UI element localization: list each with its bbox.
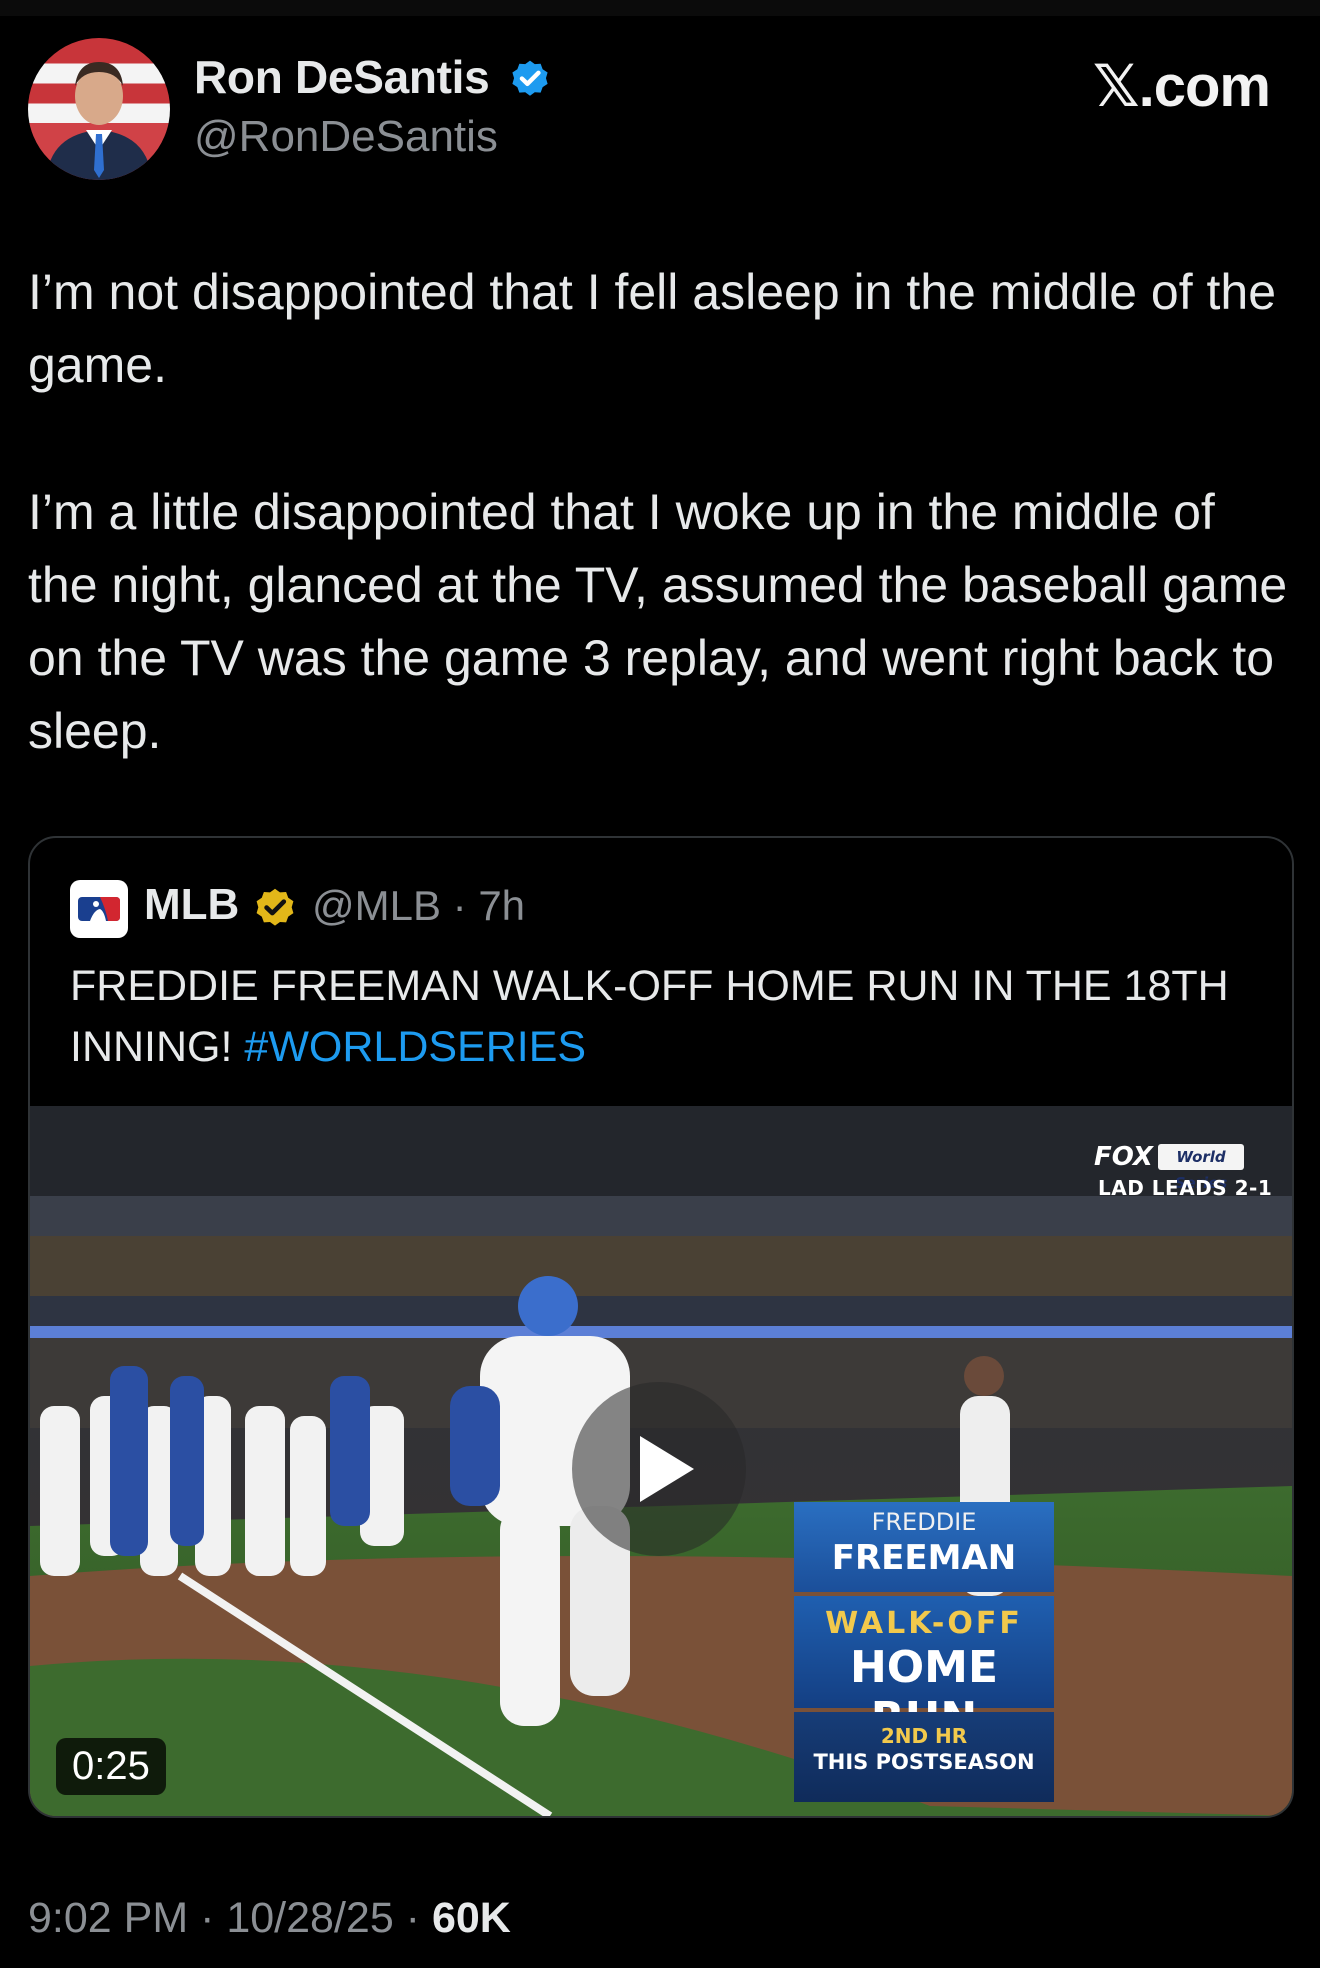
status-strip (0, 0, 1320, 16)
graphic-stat-context: THIS POSTSEASON (813, 1750, 1035, 1774)
graphic-last-name: FREEMAN (831, 1538, 1017, 1578)
video-player[interactable]: FOX World Series LAD LEADS 2-1 FREDDIE F… (30, 1106, 1292, 1816)
quoted-text: FREDDIE FREEMAN WALK-OFF HOME RUN IN THE… (70, 956, 1250, 1078)
world-series-logo: World Series (1158, 1144, 1244, 1192)
network-logo: FOX (1094, 1142, 1153, 1172)
post-timestamp[interactable]: 9:02 PM · 10/28/25 · (28, 1894, 432, 1942)
series-score: LAD LEADS 2-1 (1098, 1176, 1273, 1200)
player-graphic: FREDDIE FREEMAN WALK-OFF HOME RUN 2ND HR… (794, 1502, 1054, 1802)
video-duration: 0:25 (56, 1738, 166, 1795)
tweet-paragraph: I’m not disappointed that I fell asleep … (28, 264, 1276, 393)
play-icon (640, 1436, 694, 1502)
gold-verified-badge-icon (256, 888, 294, 926)
site-suffix: .com (1138, 54, 1271, 119)
avatar-portrait (46, 62, 152, 180)
site-logo: 𝕏.com (1092, 52, 1271, 120)
mlb-avatar[interactable] (70, 880, 128, 938)
quoted-author-name[interactable]: MLB (144, 880, 239, 930)
tweet-paragraph: I’m a little disappointed that I woke up… (28, 484, 1288, 759)
graphic-first-name: FREDDIE (871, 1508, 977, 1536)
hashtag-link[interactable]: #WORLDSERIES (244, 1023, 586, 1071)
x-logo-icon: 𝕏 (1092, 52, 1140, 120)
mlb-logo-icon (78, 897, 120, 921)
graphic-stat-ordinal: 2ND HR (880, 1724, 968, 1748)
avatar[interactable] (28, 38, 170, 180)
view-count[interactable]: 60K (432, 1894, 511, 1942)
verified-badge-icon (512, 60, 548, 96)
author-name[interactable]: Ron DeSantis (194, 50, 490, 104)
quoted-tweet-card[interactable]: MLB @MLB · 7h FREDDIE FREEMAN WALK-OFF H… (28, 836, 1294, 1818)
quoted-handle-time: @MLB · 7h (312, 882, 526, 929)
footer-fade (520, 1880, 840, 1960)
post-metadata: 9:02 PM · 10/28/25 · 60K (28, 1894, 511, 1943)
play-button[interactable] (572, 1382, 746, 1556)
graphic-headline-1: WALK-OFF (825, 1606, 1023, 1641)
author-handle[interactable]: @RonDeSantis (194, 112, 498, 162)
